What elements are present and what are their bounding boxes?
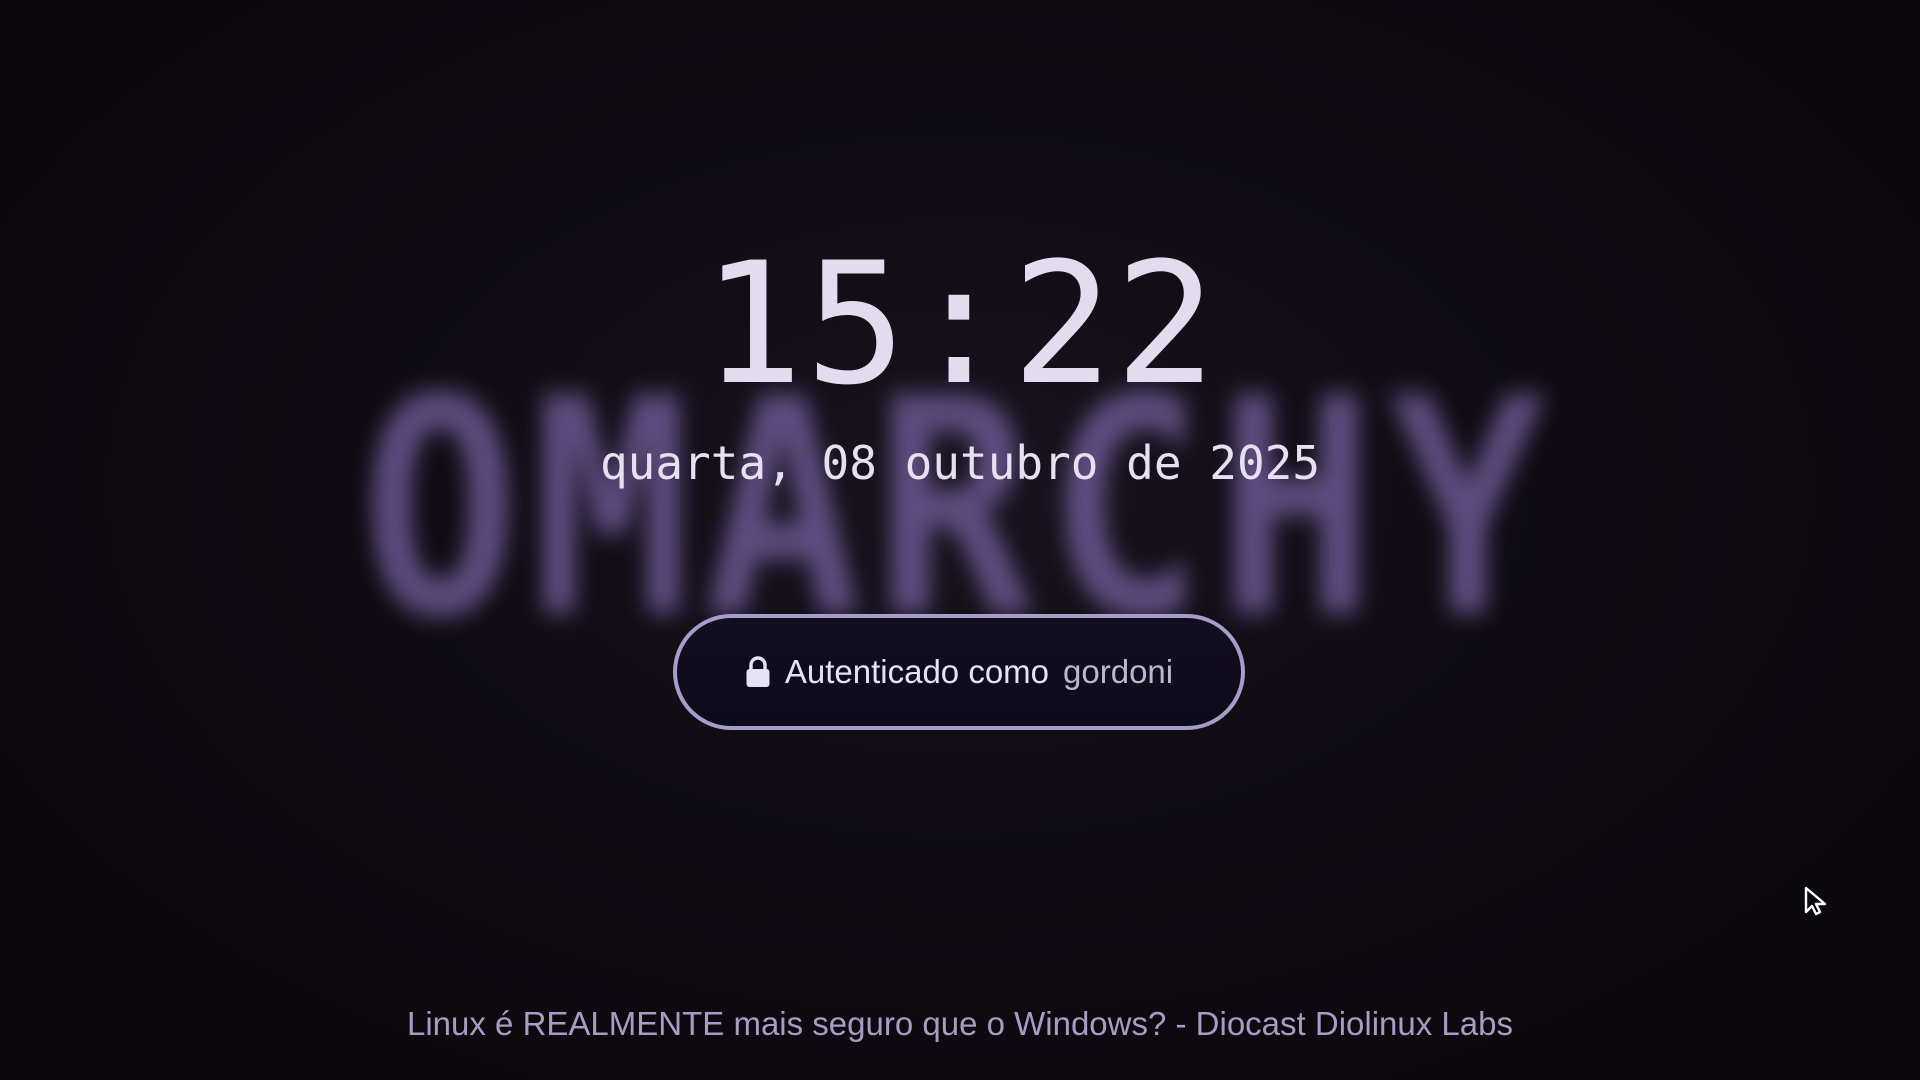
auth-username: gordoni	[1063, 653, 1174, 690]
now-playing-text: Linux é REALMENTE mais seguro que o Wind…	[407, 1005, 1513, 1042]
password-input-field[interactable]: Autenticado como gordoni	[673, 614, 1245, 730]
auth-label: Autenticado como	[784, 653, 1050, 690]
clock-date: quarta, 08 outubro de 2025	[599, 436, 1321, 490]
clock-time: 15:22	[702, 226, 1218, 422]
lock-icon	[746, 656, 770, 687]
cursor-icon	[1804, 886, 1827, 916]
